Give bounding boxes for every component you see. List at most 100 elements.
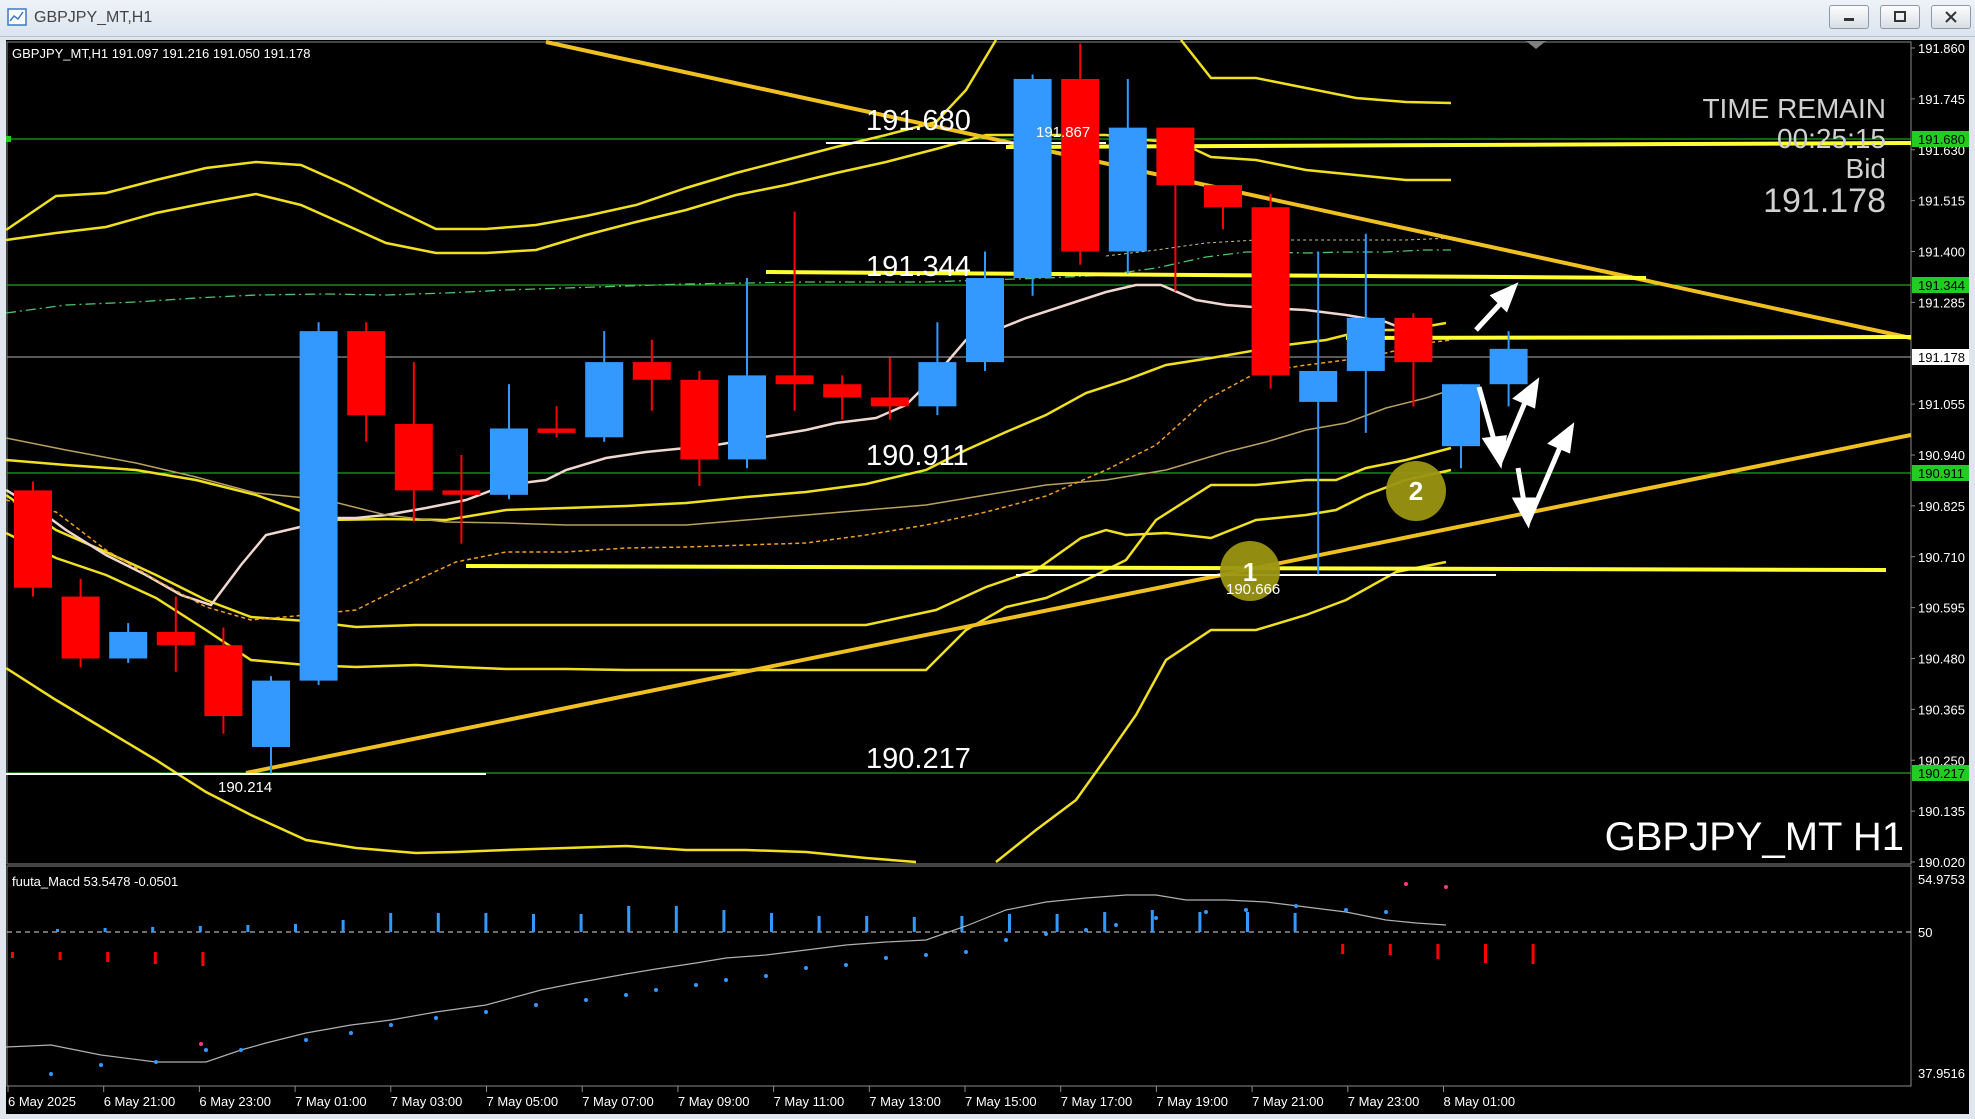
macd-dot <box>654 988 658 992</box>
candle-body <box>442 490 481 495</box>
candle-body <box>537 428 576 433</box>
time-tick-label: 8 May 01:00 <box>1444 1094 1516 1109</box>
macd-header: fuuta_Macd 53.5478 -0.0501 <box>12 874 178 889</box>
time-remain-value: 00:25:15 <box>1777 123 1886 154</box>
price-tick-label: 190.365 <box>1918 702 1965 717</box>
macd-bar <box>484 913 488 932</box>
candle-body <box>1442 384 1480 447</box>
macd-bar <box>674 906 678 932</box>
moving-average-pink <box>5 283 1437 607</box>
macd-bar <box>817 916 821 932</box>
macd-frame <box>6 865 1912 1087</box>
macd-bar <box>1293 913 1297 932</box>
candle-body <box>1394 317 1433 363</box>
macd-bar <box>912 917 916 932</box>
price-tick-label: 191.515 <box>1918 194 1965 209</box>
macd-dot <box>434 1016 438 1020</box>
candle-body <box>775 375 814 385</box>
macd-axis-top: 54.9753 <box>1918 872 1965 887</box>
axis-badge-191178: 191.178 <box>1918 350 1965 365</box>
candle-body <box>204 645 243 717</box>
time-tick-label: 7 May 19:00 <box>1156 1094 1228 1109</box>
macd-dot <box>624 993 628 997</box>
candle-body <box>394 424 433 491</box>
arrow-up-2 <box>1497 399 1529 463</box>
macd-dot <box>1344 908 1348 912</box>
macd-dot <box>804 966 808 970</box>
time-tick-label: 7 May 15:00 <box>965 1094 1037 1109</box>
macd-dot <box>239 1048 243 1052</box>
minimize-button[interactable] <box>1829 5 1869 29</box>
macd-dot <box>1084 928 1088 932</box>
candle-body <box>870 397 909 407</box>
marker-2-label: 2 <box>1409 476 1423 506</box>
arrow-up-3-head <box>1547 422 1575 454</box>
macd-dot <box>724 978 728 982</box>
macd-axis-mid: 50 <box>1918 925 1932 940</box>
candle-body <box>823 384 862 398</box>
macd-bar <box>58 952 62 960</box>
price-axis[interactable]: 191.860191.745191.630191.515191.400191.2… <box>1911 41 1965 870</box>
macd-dot <box>1404 882 1408 886</box>
candle-body <box>109 631 148 659</box>
macd-dot <box>1004 938 1008 942</box>
price-tick-label: 191.860 <box>1918 41 1965 56</box>
price-tick-label: 190.710 <box>1918 550 1965 565</box>
candle-body <box>1013 78 1052 279</box>
candle-body <box>1251 207 1290 376</box>
level-label-190217: 190.217 <box>866 743 971 775</box>
time-tick-label: 7 May 21:00 <box>1252 1094 1324 1109</box>
candle-body <box>61 596 100 659</box>
candle-body <box>1489 348 1528 385</box>
macd-dot <box>884 956 888 960</box>
time-tick-label: 7 May 13:00 <box>869 1094 941 1109</box>
candle-body <box>1156 127 1195 186</box>
macd-bar <box>865 916 869 932</box>
window-titlebar: GBPJPY_MT,H1 <box>0 0 1975 37</box>
macd-signal-dots <box>49 882 1448 1076</box>
candlestick-series <box>14 43 1528 774</box>
macd-bar <box>1436 944 1440 959</box>
macd-dot <box>1444 885 1448 889</box>
level-label-191344: 191.344 <box>866 251 971 283</box>
chart-window[interactable]: 1 2 191.680 191.344 190.911 190.217 191.… <box>5 39 1969 1114</box>
close-button[interactable] <box>1931 5 1971 29</box>
price-tick-label: 190.595 <box>1918 601 1965 616</box>
macd-bar <box>532 914 535 932</box>
macd-dot <box>1204 910 1208 914</box>
macd-dot <box>584 998 588 1002</box>
arrow-up-1 <box>1474 301 1503 332</box>
macd-bar <box>579 914 583 932</box>
macd-bar <box>341 920 345 932</box>
price-tick-label: 191.055 <box>1918 397 1965 412</box>
macd-bar <box>1008 914 1011 932</box>
time-tick-label: 7 May 23:00 <box>1348 1094 1420 1109</box>
time-tick-label: 7 May 09:00 <box>678 1094 750 1109</box>
level-handle[interactable] <box>6 136 11 142</box>
macd-bar <box>103 928 107 932</box>
time-axis[interactable]: 6 May 2025 6 May 21:00 6 May 23:00 7 May 01… <box>7 1086 1516 1109</box>
chart-canvas[interactable]: 1 2 191.680 191.344 190.911 190.217 191.… <box>5 39 1969 1114</box>
shift-marker-icon[interactable] <box>1526 41 1546 49</box>
macd-dot <box>1294 904 1298 908</box>
macd-bar <box>246 925 250 932</box>
macd-bar <box>1341 944 1345 954</box>
macd-bar <box>722 910 726 932</box>
macd-bar <box>11 952 14 958</box>
macd-bar <box>1103 912 1107 932</box>
macd-bar <box>1246 912 1249 932</box>
macd-axis-bottom: 37.9516 <box>1918 1066 1965 1081</box>
low-price-label-1: 190.214 <box>218 779 272 796</box>
macd-dot <box>49 1072 53 1076</box>
time-tick-label: 7 May 05:00 <box>487 1094 559 1109</box>
high-price-label: 191.867 <box>1036 124 1090 141</box>
candle-body <box>252 680 290 747</box>
restore-icon <box>1894 11 1906 22</box>
price-tick-label: 191.745 <box>1918 92 1965 107</box>
maximize-button[interactable] <box>1880 5 1920 29</box>
axis-badge-190217: 190.217 <box>1918 766 1965 781</box>
window-title: GBPJPY_MT,H1 <box>34 9 153 26</box>
candle-body <box>1204 185 1242 208</box>
arrow-up-2-head <box>1512 377 1540 409</box>
macd-bar <box>106 952 110 962</box>
